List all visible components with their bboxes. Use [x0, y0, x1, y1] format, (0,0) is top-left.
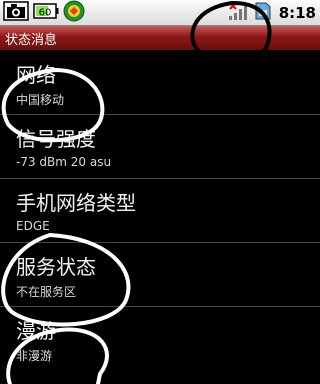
list-item-title: 漫游 [16, 319, 56, 343]
list-item-subtitle: -73 dBm 20 asu [16, 155, 112, 169]
page-title: 状态消息 [5, 33, 58, 48]
sim-icon [254, 1, 272, 25]
list-item-network-type[interactable]: 手机网络类型 EDGE [0, 179, 320, 243]
screenshot-icon [3, 0, 29, 25]
list-item-title: 手机网络类型 [16, 191, 136, 215]
status-bar-left: 60 [3, 0, 85, 26]
clock: 8:18 [278, 3, 316, 22]
list-item-subtitle: 非漫游 [16, 349, 53, 363]
app-icon [63, 0, 85, 26]
list-item-title: 网络 [16, 63, 56, 87]
svg-text:60: 60 [39, 7, 52, 18]
list-item-signal-strength[interactable]: 信号强度 -73 dBm 20 asu [0, 115, 320, 179]
list-item-service-state[interactable]: 服务状态 不在服务区 [0, 243, 320, 307]
list-item-title: 服务状态 [16, 255, 96, 279]
list-item-roaming[interactable]: 漫游 非漫游 [0, 307, 320, 371]
list-item-subtitle: 不在服务区 [16, 285, 77, 299]
signal-no-service-icon [227, 1, 251, 25]
list-item-subtitle: EDGE [16, 219, 50, 233]
status-bar: 60 8:18 [0, 0, 320, 26]
status-bar-right: 8:18 [227, 1, 316, 24]
list-item-network[interactable]: 网络 中国移动 [0, 51, 320, 115]
status-list: 网络 中国移动 信号强度 -73 dBm 20 asu 手机网络类型 EDGE … [0, 51, 320, 371]
battery-60-icon: 60 [33, 2, 59, 24]
list-item-title: 信号强度 [16, 127, 96, 151]
list-item-subtitle: 中国移动 [16, 93, 65, 107]
title-bar: 状态消息 [0, 26, 320, 50]
